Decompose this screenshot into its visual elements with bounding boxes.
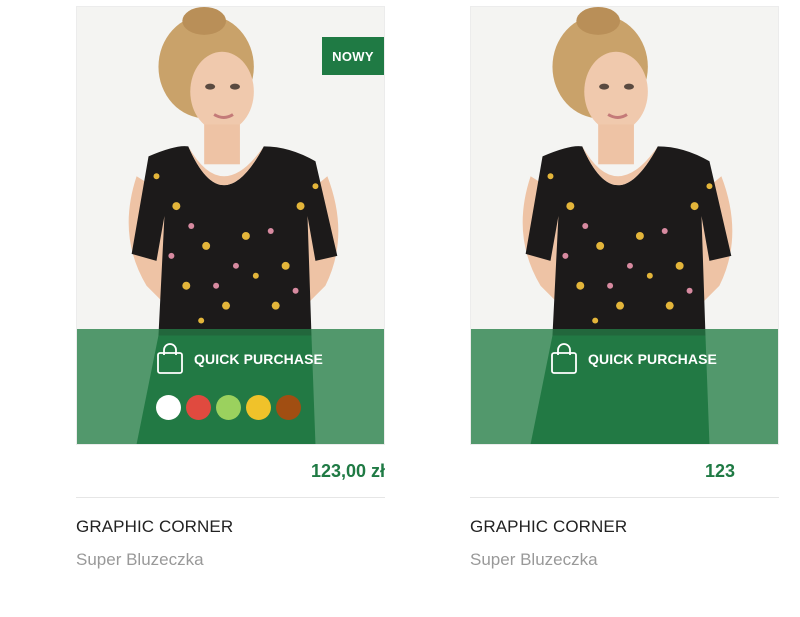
quick-purchase-label: QUICK PURCHASE	[194, 351, 323, 367]
product-image-area[interactable]: NOWY QUICK PURCHASE	[76, 6, 385, 445]
product-price: 123	[705, 461, 736, 481]
product-card[interactable]: NOWY QUICK PURCHASE 123,00 zł GRAPHIC CO…	[76, 6, 385, 570]
quick-purchase-overlay: QUICK PURCHASE	[471, 329, 778, 444]
quick-purchase-overlay: QUICK PURCHASE	[77, 329, 384, 444]
product-name[interactable]: Super Bluzeczka	[76, 550, 385, 570]
product-grid: NOWY QUICK PURCHASE 123,00 zł GRAPHIC CO…	[0, 0, 800, 617]
quick-purchase-button[interactable]: QUICK PURCHASE	[550, 343, 717, 375]
price-row: 123	[470, 445, 779, 498]
product-name[interactable]: Super Bluzeczka	[470, 550, 779, 570]
shopping-bag-icon	[157, 343, 183, 374]
color-swatch[interactable]	[246, 395, 271, 420]
new-badge: NOWY	[322, 37, 384, 75]
quick-purchase-button[interactable]: QUICK PURCHASE	[156, 343, 323, 375]
product-price: 123,00 zł	[311, 461, 385, 481]
color-swatch[interactable]	[276, 395, 301, 420]
color-swatch[interactable]	[216, 395, 241, 420]
product-brand[interactable]: GRAPHIC CORNER	[76, 517, 385, 537]
color-swatches	[156, 395, 301, 420]
price-row: 123,00 zł	[76, 445, 385, 498]
quick-purchase-label: QUICK PURCHASE	[588, 351, 717, 367]
product-image-area[interactable]: QUICK PURCHASE	[470, 6, 779, 445]
product-brand[interactable]: GRAPHIC CORNER	[470, 517, 779, 537]
product-card[interactable]: QUICK PURCHASE 123 GRAPHIC CORNER Super …	[470, 6, 779, 570]
shopping-bag-icon	[551, 343, 577, 374]
color-swatch[interactable]	[186, 395, 211, 420]
color-swatch[interactable]	[156, 395, 181, 420]
